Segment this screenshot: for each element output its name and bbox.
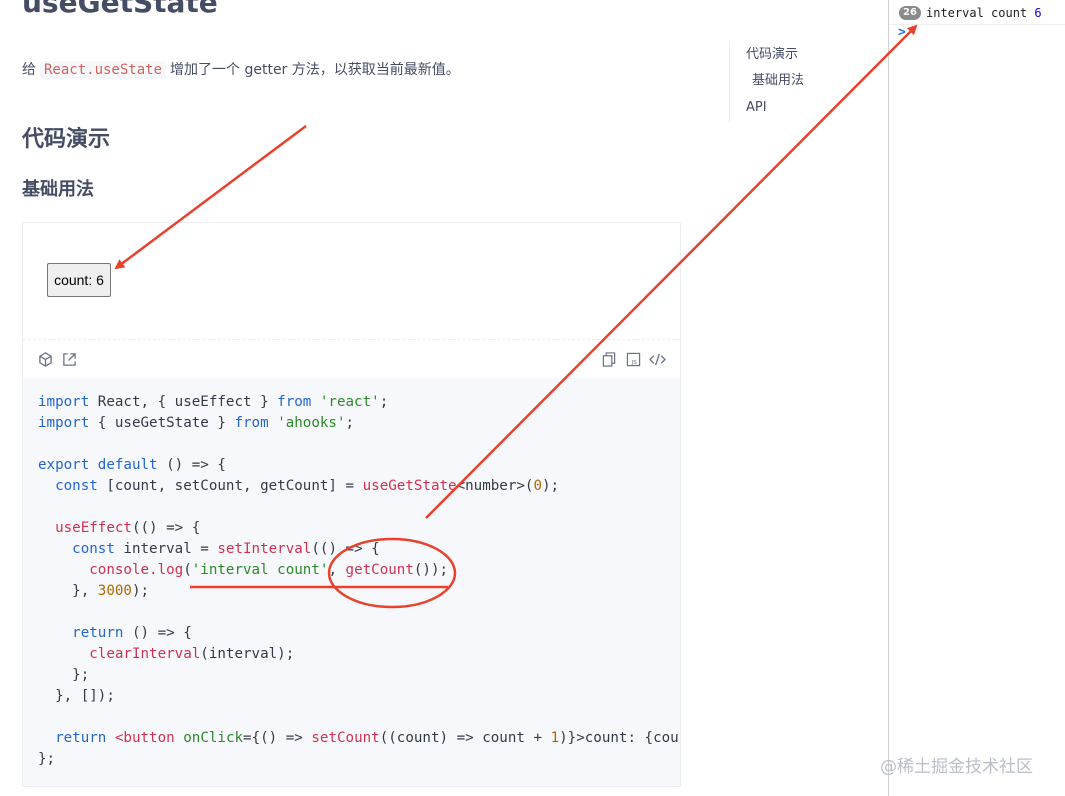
demo-preview: count: 6 (23, 223, 680, 340)
external-link-icon[interactable] (60, 350, 78, 368)
log-message: interval count 6 (926, 5, 1042, 21)
js-icon[interactable]: JS (624, 350, 642, 368)
code-text: import React, { useEffect } from 'react'… (38, 394, 680, 767)
count-button[interactable]: count: 6 (47, 263, 111, 297)
toc-item-basic-usage[interactable]: 基础用法 (752, 72, 804, 90)
log-repeat-badge: 26 (899, 6, 921, 20)
copy-icon[interactable] (600, 350, 618, 368)
log-message-value: 6 (1034, 6, 1042, 20)
docs-main: useGetState 给 React.useState 增加了一个 getter … (0, 0, 888, 796)
svg-text:JS: JS (630, 360, 637, 366)
codesandbox-icon[interactable] (36, 350, 54, 368)
inline-code: React.useState (40, 61, 167, 79)
watermark: @稀土掘金技术社区 (880, 757, 1033, 777)
toc-item-demo[interactable]: 代码演示 (746, 46, 798, 64)
intro-text-before: 给 (22, 62, 36, 78)
table-of-contents: 代码演示 基础用法 API (729, 42, 870, 122)
code-icon[interactable] (648, 350, 666, 368)
demo-toolbar: JS (23, 340, 680, 378)
demo-card: count: 6 JS import React, { useEffect } … (22, 222, 681, 787)
subsection-heading: 基础用法 (22, 179, 94, 200)
console-log-row: 26 interval count 6 (889, 0, 1065, 25)
code-block: import React, { useEffect } from 'react'… (23, 378, 680, 786)
devtools-console: 26 interval count 6 > (888, 0, 1065, 796)
intro-text-after: 增加了一个 getter 方法，以获取当前最新值。 (170, 62, 460, 78)
intro-paragraph: 给 React.useState 增加了一个 getter 方法，以获取当前最新值。 (22, 59, 460, 81)
toc-item-api[interactable]: API (746, 99, 767, 117)
console-prompt[interactable]: > (898, 25, 906, 41)
section-heading: 代码演示 (22, 127, 111, 152)
page-title: useGetState (22, 0, 218, 19)
log-message-text: interval count (926, 6, 1028, 20)
